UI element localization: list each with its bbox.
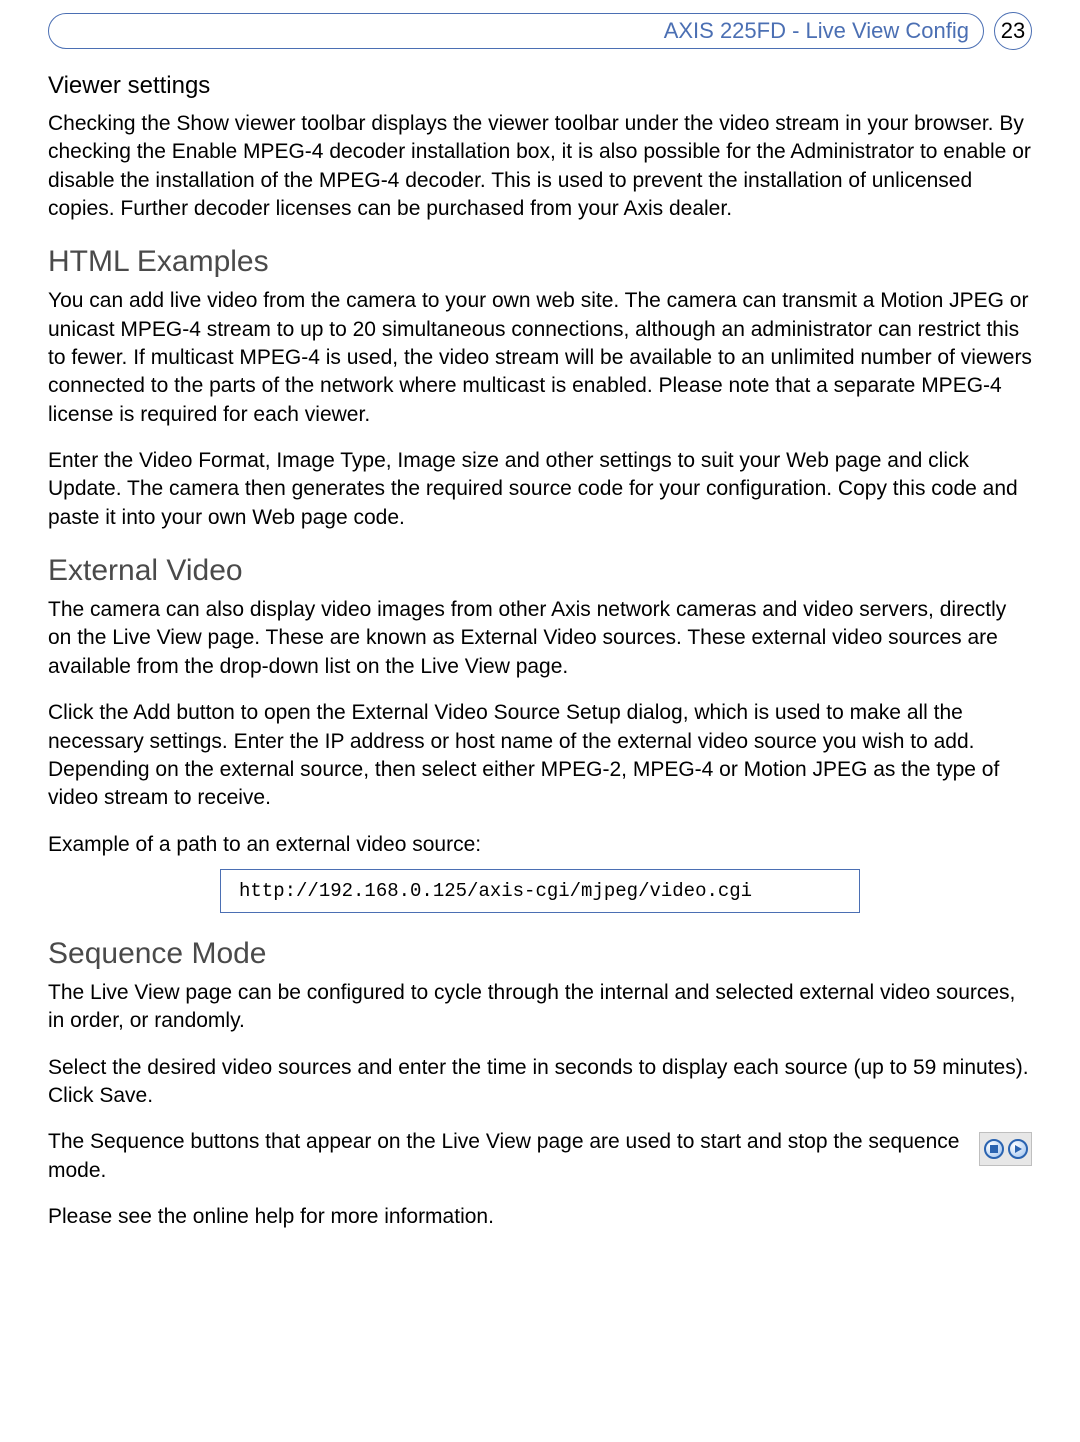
html-examples-paragraph-1: You can add live video from the camera t… [48, 287, 1032, 429]
sequence-mode-row: The Sequence buttons that appear on the … [48, 1128, 1032, 1203]
external-video-paragraph-2: Click the Add button to open the Externa… [48, 699, 1032, 812]
sequence-play-icon [1008, 1139, 1028, 1159]
page-number-text: 23 [1001, 18, 1025, 44]
sequence-stop-icon [984, 1139, 1004, 1159]
external-video-heading: External Video [48, 554, 1032, 588]
sequence-mode-paragraph-3: The Sequence buttons that appear on the … [48, 1128, 967, 1185]
sequence-mode-paragraph-1: The Live View page can be configured to … [48, 979, 1032, 1036]
viewer-settings-heading: Viewer settings [48, 72, 1032, 100]
html-examples-paragraph-2: Enter the Video Format, Image Type, Imag… [48, 447, 1032, 532]
sequence-mode-heading: Sequence Mode [48, 937, 1032, 971]
sequence-mode-paragraph-2: Select the desired video sources and ent… [48, 1054, 1032, 1111]
external-video-code-example: http://192.168.0.125/axis-cgi/mjpeg/vide… [220, 869, 860, 913]
html-examples-heading: HTML Examples [48, 245, 1032, 279]
breadcrumb: AXIS 225FD - Live View Config [48, 13, 984, 49]
sequence-buttons-image [979, 1132, 1032, 1166]
viewer-settings-paragraph: Checking the Show viewer toolbar display… [48, 110, 1032, 223]
external-video-paragraph-1: The camera can also display video images… [48, 596, 1032, 681]
sequence-mode-paragraph-4: Please see the online help for more info… [48, 1203, 1032, 1231]
breadcrumb-text: AXIS 225FD - Live View Config [664, 18, 969, 44]
page-number: 23 [994, 12, 1032, 50]
external-video-example-label: Example of a path to an external video s… [48, 831, 1032, 859]
page-header: AXIS 225FD - Live View Config 23 [48, 12, 1032, 50]
page: AXIS 225FD - Live View Config 23 Viewer … [0, 12, 1080, 1289]
